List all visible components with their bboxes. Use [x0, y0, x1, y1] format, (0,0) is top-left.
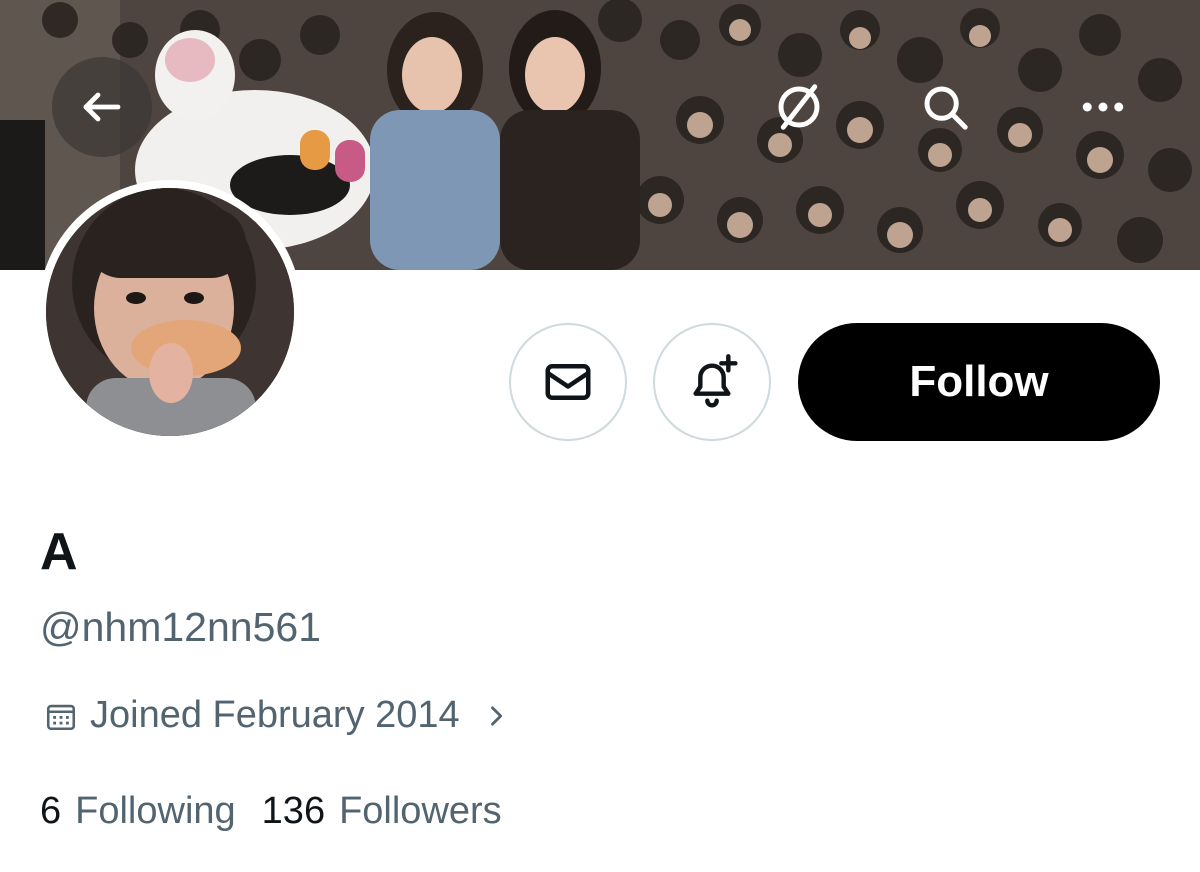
search-button[interactable] [912, 74, 978, 140]
user-handle: @nhm12nn561 [40, 604, 321, 650]
search-icon [918, 80, 972, 134]
calendar-icon [44, 699, 78, 733]
display-name: A [40, 523, 78, 581]
eye-slash-icon [772, 80, 826, 134]
followers-count: 136 [261, 790, 326, 832]
arrow-left-icon [78, 83, 126, 131]
following-count: 6 [40, 790, 62, 832]
avatar[interactable] [38, 180, 302, 444]
avatar-image [46, 188, 294, 436]
notifications-button[interactable] [653, 323, 771, 441]
followers-label: Followers [339, 790, 502, 832]
joined-date-text: Joined February 2014 [90, 694, 460, 736]
joined-date-row[interactable]: Joined February 2014 [44, 694, 510, 737]
following-link[interactable]: 6 Following [40, 790, 236, 833]
follow-button[interactable]: Follow [798, 323, 1160, 441]
more-horizontal-icon [1076, 80, 1130, 134]
more-button[interactable] [1070, 74, 1136, 140]
chevron-right-icon [482, 702, 510, 730]
hide-media-button[interactable] [766, 74, 832, 140]
follow-stats: 6 Following 136 Followers [40, 790, 528, 833]
following-label: Following [75, 790, 236, 832]
message-button[interactable] [509, 323, 627, 441]
bell-plus-icon [684, 354, 740, 410]
back-button[interactable] [52, 57, 152, 157]
followers-link[interactable]: 136 Followers [262, 790, 502, 833]
envelope-icon [541, 355, 595, 409]
